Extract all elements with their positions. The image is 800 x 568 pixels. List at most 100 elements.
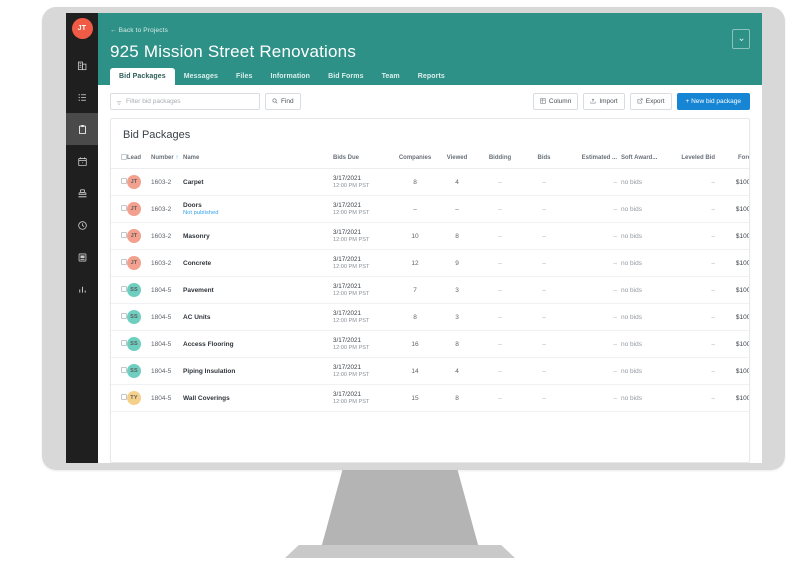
header-menu-button[interactable] xyxy=(732,29,750,49)
column-button[interactable]: Column xyxy=(533,93,578,110)
tab-bid-packages[interactable]: Bid Packages xyxy=(110,68,175,85)
columns-icon xyxy=(540,98,546,106)
column-header-estimated[interactable]: Estimated ... xyxy=(565,149,617,169)
table-row[interactable]: SS1804-5AC Units3/17/202112:00 PM PST83–… xyxy=(111,304,750,331)
row-lead-cell: SS xyxy=(127,304,151,331)
row-name-cell[interactable]: Wall Coverings xyxy=(183,385,333,412)
sidebar-item-calendar[interactable]: * xyxy=(66,145,98,177)
row-select-cell[interactable] xyxy=(111,304,127,331)
column-header-companies[interactable]: Companies xyxy=(393,149,437,169)
tab-team[interactable]: Team xyxy=(373,68,409,85)
table-row[interactable]: JT1603-2Carpet3/17/202112:00 PM PST84–––… xyxy=(111,169,750,196)
row-checkbox[interactable] xyxy=(121,178,127,184)
row-due-date: 3/17/2021 xyxy=(333,229,393,236)
document-icon xyxy=(77,252,88,263)
sidebar-item-documents[interactable] xyxy=(66,241,98,273)
page-title: 925 Mission Street Renovations xyxy=(110,41,748,62)
column-header-name[interactable]: Name xyxy=(183,149,333,169)
table-row[interactable]: JT1603-2DoorsNot published3/17/202112:00… xyxy=(111,196,750,223)
table-row[interactable]: JT1603-2Masonry3/17/202112:00 PM PST108–… xyxy=(111,223,750,250)
back-to-projects-link[interactable]: ← Back to Projects xyxy=(110,27,168,34)
row-name-cell[interactable]: Carpet xyxy=(183,169,333,196)
row-checkbox[interactable] xyxy=(121,286,127,292)
column-header-bidding[interactable]: Bidding xyxy=(477,149,523,169)
row-checkbox[interactable] xyxy=(121,232,127,238)
filter-input[interactable]: Filter bid packages xyxy=(110,93,260,110)
avatar: SS xyxy=(127,283,141,297)
sidebar-item-bid-packages[interactable] xyxy=(66,113,98,145)
sidebar-item-list[interactable] xyxy=(66,81,98,113)
row-bidding: – xyxy=(477,250,523,277)
row-checkbox[interactable] xyxy=(121,367,127,373)
select-all-header[interactable] xyxy=(111,149,127,169)
table-row[interactable]: SS1804-5Pavement3/17/202112:00 PM PST73–… xyxy=(111,277,750,304)
sidebar-item-stamp[interactable] xyxy=(66,177,98,209)
column-header-forecast[interactable]: Forecast xyxy=(715,149,750,169)
avatar: JT xyxy=(127,202,141,216)
row-due-time: 12:00 PM PST xyxy=(333,183,393,189)
table-row[interactable]: JT1603-2Concrete3/17/202112:00 PM PST129… xyxy=(111,250,750,277)
row-checkbox[interactable] xyxy=(121,340,127,346)
import-button[interactable]: Import xyxy=(583,93,624,110)
column-header-bids-due[interactable]: Bids Due xyxy=(333,149,393,169)
row-due-time: 12:00 PM PST xyxy=(333,399,393,405)
search-icon xyxy=(272,98,278,106)
row-name-cell[interactable]: Concrete xyxy=(183,250,333,277)
row-name-cell[interactable]: Pavement xyxy=(183,277,333,304)
row-select-cell[interactable] xyxy=(111,196,127,223)
tab-bid-forms[interactable]: Bid Forms xyxy=(319,68,373,85)
row-checkbox[interactable] xyxy=(121,259,127,265)
row-name-cell[interactable]: Access Flooring xyxy=(183,331,333,358)
sidebar-item-reports[interactable] xyxy=(66,273,98,305)
import-label: Import xyxy=(599,98,617,105)
column-header-lead[interactable]: Lead xyxy=(127,149,151,169)
row-select-cell[interactable] xyxy=(111,250,127,277)
row-checkbox[interactable] xyxy=(121,313,127,319)
list-icon xyxy=(77,92,88,103)
row-name-cell[interactable]: DoorsNot published xyxy=(183,196,333,223)
row-bids-due: 3/17/202112:00 PM PST xyxy=(333,250,393,277)
column-header-leveled-bid[interactable]: Leveled Bid xyxy=(667,149,715,169)
row-select-cell[interactable] xyxy=(111,169,127,196)
row-select-cell[interactable] xyxy=(111,331,127,358)
row-name-cell[interactable]: Piping Insulation xyxy=(183,358,333,385)
tab-reports[interactable]: Reports xyxy=(409,68,454,85)
column-header-number[interactable]: Number ↑ xyxy=(151,149,183,169)
tab-files[interactable]: Files xyxy=(227,68,261,85)
row-checkbox[interactable] xyxy=(121,394,127,400)
row-select-cell[interactable] xyxy=(111,358,127,385)
table-row[interactable]: TY1804-5Wall Coverings3/17/202112:00 PM … xyxy=(111,385,750,412)
find-button[interactable]: Find xyxy=(265,93,301,110)
row-lead-cell: SS xyxy=(127,358,151,385)
row-bids-due: 3/17/202112:00 PM PST xyxy=(333,358,393,385)
column-header-bids[interactable]: Bids xyxy=(523,149,565,169)
row-bidding: – xyxy=(477,196,523,223)
row-package-name: Wall Coverings xyxy=(183,395,333,402)
table-row[interactable]: SS1804-5Piping Insulation3/17/202112:00 … xyxy=(111,358,750,385)
new-bid-package-button[interactable]: + New bid package xyxy=(677,93,750,110)
row-lead-cell: JT xyxy=(127,196,151,223)
sidebar-item-buildings[interactable] xyxy=(66,49,98,81)
row-soft-award: no bids xyxy=(617,277,667,304)
column-header-viewed[interactable]: Viewed xyxy=(437,149,477,169)
row-name-cell[interactable]: Masonry xyxy=(183,223,333,250)
row-select-cell[interactable] xyxy=(111,385,127,412)
row-forecast: $100,000 xyxy=(715,169,750,196)
row-estimated: – xyxy=(565,304,617,331)
export-button[interactable]: Export xyxy=(630,93,672,110)
row-select-cell[interactable] xyxy=(111,223,127,250)
column-header-soft-award[interactable]: Soft Award... xyxy=(617,149,667,169)
row-checkbox[interactable] xyxy=(121,205,127,211)
row-soft-award: no bids xyxy=(617,304,667,331)
tab-messages[interactable]: Messages xyxy=(175,68,227,85)
sidebar-item-time[interactable] xyxy=(66,209,98,241)
user-avatar[interactable]: JT xyxy=(72,18,93,39)
row-due-date: 3/17/2021 xyxy=(333,283,393,290)
row-select-cell[interactable] xyxy=(111,277,127,304)
svg-text:*: * xyxy=(81,161,83,165)
row-forecast: $100,000 xyxy=(715,358,750,385)
table-body: JT1603-2Carpet3/17/202112:00 PM PST84–––… xyxy=(111,169,750,412)
table-row[interactable]: SS1804-5Access Flooring3/17/202112:00 PM… xyxy=(111,331,750,358)
tab-information[interactable]: Information xyxy=(261,68,319,85)
row-name-cell[interactable]: AC Units xyxy=(183,304,333,331)
